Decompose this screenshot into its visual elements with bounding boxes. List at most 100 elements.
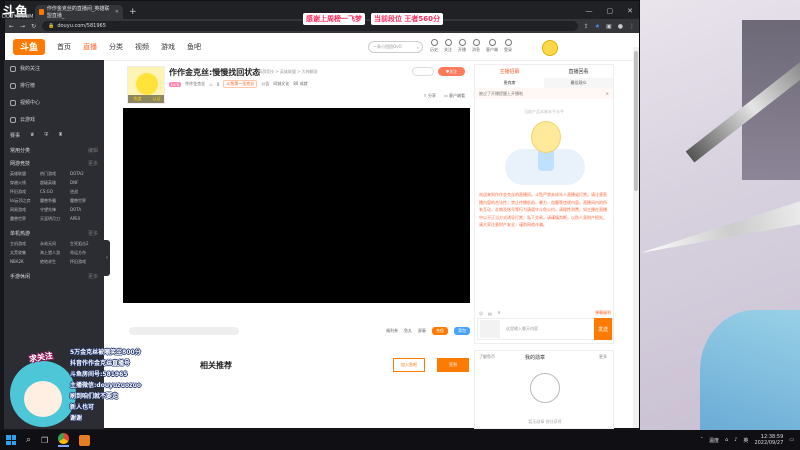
- fontsize-icon[interactable]: Ａ: [497, 310, 501, 316]
- share-link[interactable]: ⇪ 分享: [423, 93, 436, 99]
- fishball-toggle[interactable]: 鱼丸: [404, 328, 412, 334]
- new-tab-icon[interactable]: +: [129, 7, 137, 17]
- sidebar-category-item[interactable]: 命运方舟: [70, 250, 98, 256]
- forward-icon[interactable]: →: [20, 23, 25, 30]
- sidebar-category-item[interactable]: 超级英雄: [40, 180, 68, 186]
- sidebar-category-item[interactable]: NBA2K: [10, 259, 38, 265]
- ime-indicator[interactable]: 英: [743, 437, 748, 444]
- sidebar-category-item[interactable]: 太荒收集: [10, 250, 38, 256]
- task-view-icon[interactable]: ❐: [41, 436, 48, 445]
- notification-icon[interactable]: ▭: [789, 437, 794, 443]
- medal-empty-text[interactable]: 暂无勋章 前往获得: [475, 419, 615, 425]
- chat-input[interactable]: 这里输入聊天内容: [500, 326, 594, 332]
- sidebar-category-item[interactable]: 怀旧游戏: [70, 259, 98, 265]
- close-tip-icon[interactable]: ×: [606, 91, 609, 96]
- sidebar-edit-link[interactable]: 编辑: [88, 147, 98, 154]
- sidebar-collapse-button[interactable]: ‹: [104, 240, 110, 276]
- login-icon[interactable]: 登录: [504, 39, 512, 53]
- sidebar-category-item[interactable]: 主机游戏: [10, 241, 38, 247]
- page-scrollbar[interactable]: [633, 47, 639, 428]
- sidebar-category-item[interactable]: 怀旧游戏: [10, 189, 38, 195]
- recharge-button[interactable]: 充值: [432, 327, 448, 335]
- sidebar-item-video[interactable]: 视频中心: [4, 94, 104, 111]
- chrome-icon[interactable]: [58, 433, 70, 444]
- room-category[interactable]: 网游竞技 > 英雄联盟 > 大神解说: [258, 69, 318, 75]
- shield-toggle[interactable]: 屏蔽: [418, 328, 426, 334]
- danmu-input[interactable]: [129, 327, 239, 335]
- search-input[interactable]: 一条小团团OvO ⌕: [368, 41, 423, 53]
- minimize-button[interactable]: —: [586, 7, 593, 15]
- sidebar-category-item[interactable]: 海上猎人游: [40, 250, 68, 256]
- follow-icon[interactable]: 关注: [444, 39, 452, 53]
- streamer-name[interactable]: 作作金克丝: [185, 81, 205, 87]
- sidebar-category-item[interactable]: 守望先锋: [40, 207, 68, 213]
- follow-button[interactable]: ♥ 关注: [438, 67, 465, 76]
- volume-icon[interactable]: ♪: [734, 437, 737, 443]
- browser-tab[interactable]: 作作金克丝的直播间_英雄联盟直播_ ✕: [35, 5, 123, 19]
- emoji-icon[interactable]: ☺: [479, 311, 483, 316]
- danmu-icon[interactable]: ▤: [488, 311, 492, 316]
- tab-best-audience[interactable]: 最佳观众: [544, 78, 613, 88]
- learn-fishcoin-link[interactable]: 了解鱼币: [479, 354, 495, 360]
- network-icon[interactable]: ⌂: [725, 437, 728, 443]
- message-icon[interactable]: 消息: [472, 39, 480, 53]
- sidebar-item-follow[interactable]: 我的关注: [4, 60, 104, 77]
- sidebar-category-item[interactable]: 魔兽争霸: [40, 198, 68, 204]
- sign-in-button[interactable]: 签到: [437, 358, 469, 372]
- sidebar-category-item[interactable]: 绝地求生: [40, 259, 68, 265]
- send-button[interactable]: 发送: [594, 318, 612, 340]
- video-player[interactable]: [123, 108, 470, 303]
- tab-recruit[interactable]: 主播招募: [475, 65, 544, 78]
- sidebar-category-item[interactable]: DOTA2: [70, 171, 98, 177]
- tab-vip[interactable]: 贵宾席: [475, 78, 544, 88]
- backpack-button[interactable]: 背包: [454, 327, 470, 335]
- search-icon[interactable]: ⌕: [417, 45, 419, 50]
- sidebar-category-item[interactable]: 永劫无间: [40, 241, 68, 247]
- history-icon[interactable]: 历史: [430, 39, 438, 53]
- sidebar-category-item[interactable]: 天涯明月刀: [40, 216, 68, 222]
- reload-icon[interactable]: ↻: [31, 23, 36, 30]
- nav-video[interactable]: 视频: [135, 42, 149, 52]
- scrollbar-thumb[interactable]: [634, 51, 638, 191]
- sidebar-category-item[interactable]: 热门游戏: [40, 171, 68, 177]
- sidebar-category-item[interactable]: DOTA: [70, 207, 98, 213]
- sidebar-category-item[interactable]: 魔兽世界: [10, 216, 38, 222]
- menu-icon[interactable]: ⋮: [629, 23, 635, 30]
- share-icon[interactable]: ⇪: [584, 23, 589, 30]
- sidebar-category-item[interactable]: 逆战: [70, 189, 98, 195]
- medal-more-link[interactable]: 更多: [599, 354, 607, 360]
- search-icon[interactable]: ⌕: [26, 435, 31, 445]
- nav-category[interactable]: 分类: [109, 42, 123, 52]
- client-icon[interactable]: 客户端: [486, 39, 498, 53]
- nav-game[interactable]: 游戏: [161, 42, 175, 52]
- extensions-icon[interactable]: ▣: [606, 23, 612, 30]
- sidebar-category-item[interactable]: 生死狙击2: [70, 241, 98, 247]
- sidebar-category-item[interactable]: 魔兽世界: [70, 198, 98, 204]
- rank-badge[interactable]: 斗鱼第一金克丝: [223, 80, 258, 88]
- broadcast-icon[interactable]: 开播: [458, 39, 466, 53]
- welfare-button[interactable]: 福利券: [386, 328, 398, 334]
- windows-start-icon[interactable]: [6, 435, 16, 445]
- user-avatar[interactable]: [542, 40, 558, 56]
- sidebar-category-item[interactable]: CS:GO: [40, 189, 68, 195]
- announce-link[interactable]: 公告: [261, 81, 269, 87]
- back-icon[interactable]: ←: [9, 23, 14, 30]
- join-yuba-button[interactable]: 加入鱼吧: [393, 358, 425, 372]
- sidebar-category-item[interactable]: 网易游戏: [10, 207, 38, 213]
- sidebar-category-item[interactable]: 穿越火线: [10, 180, 38, 186]
- sidebar-category-item[interactable]: DNF: [70, 180, 98, 186]
- profile-icon[interactable]: ●: [618, 23, 623, 30]
- tab-replay[interactable]: 直播回看: [544, 65, 613, 78]
- client-watch-link[interactable]: ▭ 客户端看: [444, 93, 465, 99]
- streamer-avatar[interactable]: 热度 认证: [127, 66, 165, 104]
- sidebar-category-item[interactable]: APEX: [70, 216, 98, 222]
- maximize-button[interactable]: ▢: [607, 7, 614, 15]
- sidebar-event-row[interactable]: 赛事 ♛ ⛨ ♜: [4, 132, 104, 139]
- culture-tag[interactable]: 同城文化: [273, 81, 289, 87]
- gift-welfare-link[interactable]: 弹幕福利: [595, 310, 611, 316]
- app-icon[interactable]: [79, 434, 91, 446]
- tray-up-icon[interactable]: ˄: [701, 437, 704, 443]
- nav-home[interactable]: 首页: [57, 42, 71, 52]
- sidebar-item-rank[interactable]: 排行榜: [4, 77, 104, 94]
- douyu-logo[interactable]: 斗鱼: [13, 38, 45, 55]
